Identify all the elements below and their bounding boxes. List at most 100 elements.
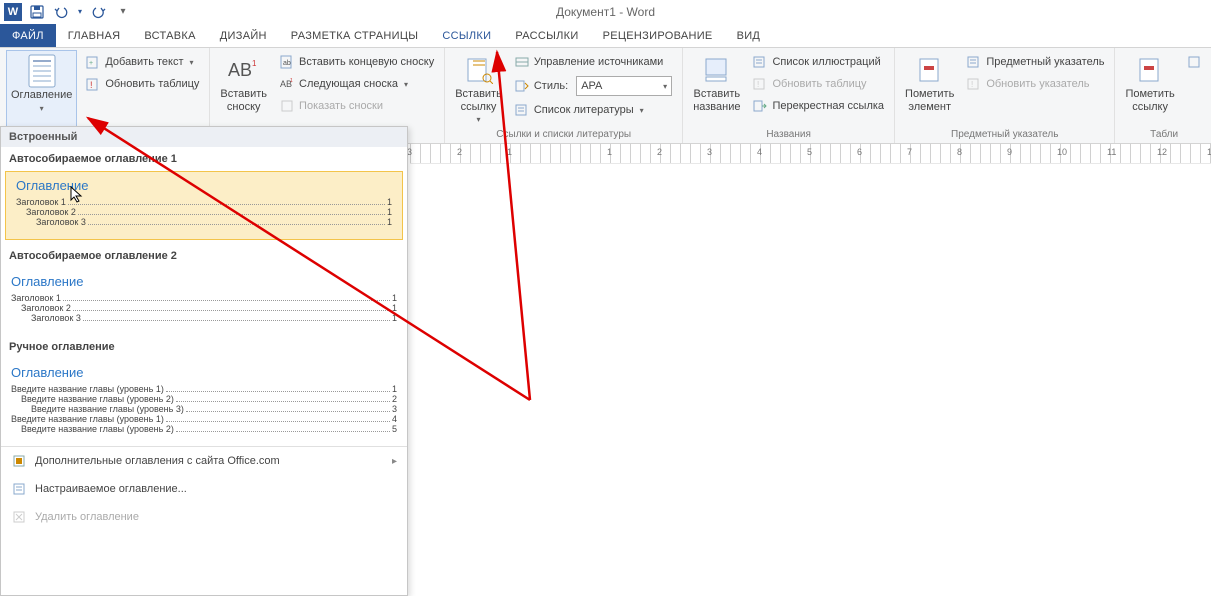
- update-icon: !: [85, 76, 101, 92]
- dd-builtin-header: Встроенный: [1, 127, 407, 147]
- toc-line: Введите название главы (уровень 1)1: [11, 384, 397, 394]
- dd-custom-toc[interactable]: Настраиваемое оглавление...: [1, 475, 407, 503]
- bibliography-icon: [514, 102, 530, 118]
- crossref-label: Перекрестная ссылка: [772, 100, 884, 112]
- dd-auto1-header: Автособираемое оглавление 1: [1, 147, 407, 171]
- list-figures-icon: [752, 54, 768, 70]
- citation-style-select[interactable]: APA ▾: [576, 76, 672, 96]
- manage-sources-icon: [514, 54, 530, 70]
- caption-icon: [701, 54, 733, 86]
- redo-button[interactable]: [90, 3, 108, 21]
- document-area[interactable]: [410, 164, 1211, 596]
- index-icon: [966, 54, 982, 70]
- update-captions-icon: !: [752, 76, 768, 92]
- citation-icon: [463, 54, 495, 86]
- show-footnotes-label: Показать сноски: [299, 100, 383, 112]
- tab-file[interactable]: ФАЙЛ: [0, 24, 56, 47]
- toc-dropdown: Встроенный Автособираемое оглавление 1 О…: [0, 126, 408, 596]
- insert-caption-label: Вставить название: [693, 88, 740, 113]
- insert-endnote-button[interactable]: ab Вставить концевую сноску: [275, 52, 438, 72]
- insert-footnote-button[interactable]: AB1 Вставить сноску: [216, 50, 271, 127]
- insert-footnote-label: Вставить сноску: [220, 88, 267, 113]
- tab-home[interactable]: ГЛАВНАЯ: [56, 24, 133, 47]
- dd-more-office-label: Дополнительные оглавления с сайта Office…: [35, 455, 280, 467]
- window-title: Документ1 - Word: [0, 5, 1211, 19]
- mark-entry-button[interactable]: Пометить элемент: [901, 50, 958, 127]
- tab-design[interactable]: ДИЗАЙН: [208, 24, 279, 47]
- show-notes-icon: [279, 98, 295, 114]
- save-button[interactable]: [28, 3, 46, 21]
- authorities-extra[interactable]: [1183, 52, 1207, 72]
- manage-sources-button[interactable]: Управление источниками: [510, 52, 676, 72]
- crossref-button[interactable]: Перекрестная ссылка: [748, 96, 888, 116]
- list-figures-button[interactable]: Список иллюстраций: [748, 52, 888, 72]
- chevron-down-icon: ▾: [663, 82, 667, 91]
- insert-index-label: Предметный указатель: [986, 56, 1104, 68]
- toc-label: Оглавление: [11, 89, 72, 102]
- svg-text:1: 1: [252, 59, 257, 68]
- list-figures-label: Список иллюстраций: [772, 56, 880, 68]
- update-toc-button[interactable]: ! Обновить таблицу: [81, 74, 203, 94]
- toc-line: Введите название главы (уровень 3)3: [11, 404, 397, 414]
- group-captions: Вставить название Список иллюстраций ! О…: [683, 48, 895, 143]
- citation-style-row: Стиль: APA ▾: [510, 74, 676, 98]
- toc-line: Введите название главы (уровень 2)2: [11, 394, 397, 404]
- list-icon: [1187, 54, 1203, 70]
- svg-text:!: !: [90, 80, 93, 90]
- svg-text:!: !: [971, 80, 973, 89]
- update-index-icon: !: [966, 76, 982, 92]
- undo-dropdown[interactable]: ▾: [76, 3, 84, 21]
- group-authorities: Пометить ссылку Табли: [1115, 48, 1211, 143]
- toc-title: Оглавление: [16, 178, 392, 193]
- dd-manual-header: Ручное оглавление: [1, 335, 407, 359]
- remove-toc-icon: [11, 509, 27, 525]
- tab-mailings[interactable]: РАССЫЛКИ: [503, 24, 590, 47]
- add-text-button[interactable]: + Добавить текст ▾: [81, 52, 203, 72]
- tab-insert[interactable]: ВСТАВКА: [132, 24, 207, 47]
- dd-auto1-preview[interactable]: Оглавление Заголовок 11Заголовок 21Загол…: [5, 171, 403, 240]
- dd-auto2-preview[interactable]: Оглавление Заголовок 11Заголовок 21Загол…: [1, 268, 407, 335]
- horizontal-ruler[interactable]: 32112345678910111213141516: [410, 144, 1211, 164]
- add-text-icon: +: [85, 54, 101, 70]
- toc-line: Заголовок 11: [11, 293, 397, 303]
- group-authorities-label: Табли: [1121, 127, 1206, 143]
- office-icon: [11, 453, 27, 469]
- toc-line: Заголовок 21: [16, 207, 392, 217]
- update-captions-button[interactable]: ! Обновить таблицу: [748, 74, 888, 94]
- tab-references[interactable]: ССЫЛКИ: [430, 24, 503, 47]
- insert-citation-button[interactable]: Вставить ссылку ▾: [451, 50, 506, 127]
- insert-index-button[interactable]: Предметный указатель: [962, 52, 1108, 72]
- update-captions-label: Обновить таблицу: [772, 78, 866, 90]
- show-footnotes-button[interactable]: Показать сноски: [275, 96, 438, 116]
- undo-button[interactable]: [52, 3, 70, 21]
- update-index-button[interactable]: ! Обновить указатель: [962, 74, 1108, 94]
- ribbon-tabs: ФАЙЛ ГЛАВНАЯ ВСТАВКА ДИЗАЙН РАЗМЕТКА СТР…: [0, 24, 1211, 48]
- group-citations: Вставить ссылку ▾ Управление источниками…: [445, 48, 683, 143]
- toc-title: Оглавление: [11, 274, 397, 289]
- insert-caption-button[interactable]: Вставить название: [689, 50, 744, 127]
- toc-line: Заголовок 31: [16, 217, 392, 227]
- bibliography-button[interactable]: Список литературы ▾: [510, 100, 676, 120]
- dd-manual-preview[interactable]: Оглавление Введите название главы (урове…: [1, 359, 407, 446]
- mark-citation-button[interactable]: Пометить ссылку: [1121, 50, 1178, 127]
- chevron-down-icon: ▾: [40, 104, 44, 113]
- quick-access-toolbar: W ▾ ▾: [0, 3, 132, 21]
- chevron-right-icon: ▸: [392, 456, 397, 467]
- toc-button[interactable]: Оглавление ▾: [6, 50, 77, 127]
- group-captions-label: Названия: [689, 127, 888, 143]
- dd-more-office[interactable]: Дополнительные оглавления с сайта Office…: [1, 447, 407, 475]
- chevron-down-icon: ▾: [477, 115, 481, 124]
- svg-text:ab: ab: [283, 60, 291, 67]
- tab-layout[interactable]: РАЗМЕТКА СТРАНИЦЫ: [279, 24, 431, 47]
- qat-customize[interactable]: ▾: [114, 3, 132, 21]
- endnote-icon: ab: [279, 54, 295, 70]
- mark-citation-label: Пометить ссылку: [1125, 88, 1174, 113]
- toc-line: Введите название главы (уровень 1)4: [11, 414, 397, 424]
- mark-entry-icon: [914, 54, 946, 86]
- tab-review[interactable]: РЕЦЕНЗИРОВАНИЕ: [591, 24, 725, 47]
- word-app-icon: W: [4, 3, 22, 21]
- tab-view[interactable]: ВИД: [725, 24, 773, 47]
- next-footnote-button[interactable]: AB1 Следующая сноска ▾: [275, 74, 438, 94]
- next-footnote-label: Следующая сноска: [299, 78, 398, 90]
- next-footnote-icon: AB1: [279, 76, 295, 92]
